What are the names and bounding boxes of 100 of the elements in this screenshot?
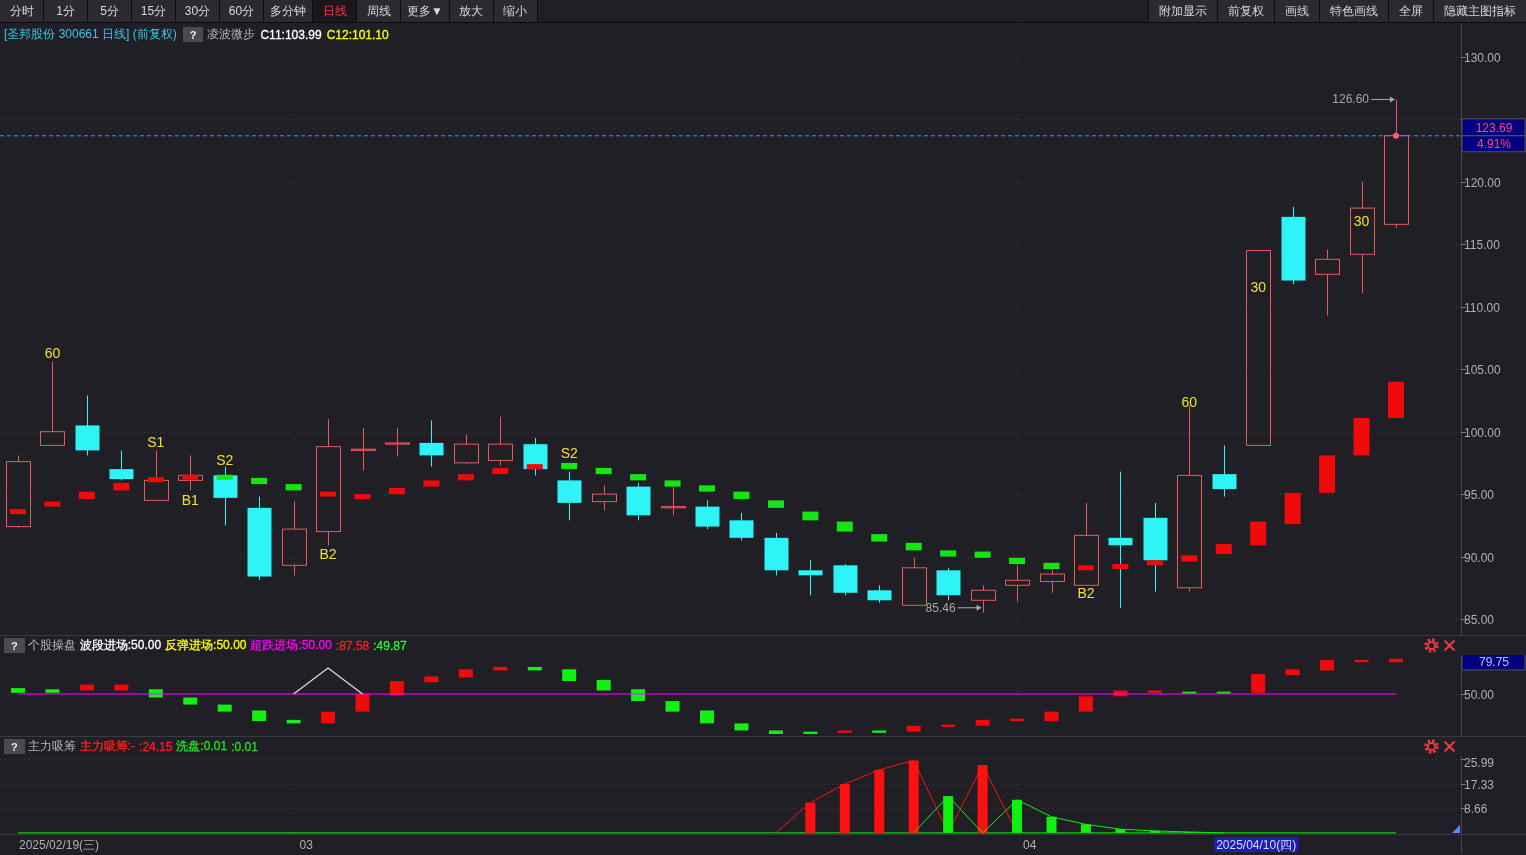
indicator-bar [562, 669, 577, 682]
help-button[interactable]: ? [4, 638, 25, 653]
toolbar-button[interactable]: 5分 [88, 0, 132, 22]
axis-label: 110.00 [1464, 300, 1500, 315]
toolbar-button[interactable]: 画线 [1274, 0, 1319, 22]
toolbar-button[interactable]: 缩小 [493, 0, 538, 22]
indicator-block [285, 484, 302, 491]
toolbar-button[interactable]: 日线 [313, 0, 357, 22]
indicator-bar [805, 802, 816, 833]
indicator-block [1319, 455, 1336, 493]
indicator-bar [1147, 690, 1162, 693]
indicator-bar [906, 725, 921, 732]
indicator-block [1077, 565, 1094, 571]
toolbar-button[interactable]: 多分钟 [264, 0, 313, 22]
indicator-value: 超跌进场:50.00 [250, 637, 332, 654]
indicator-bar [839, 784, 850, 833]
candlestick [557, 471, 582, 521]
toolbar-button[interactable]: 分时 [0, 0, 44, 22]
indicator-block [595, 467, 612, 475]
indicator-bar [1113, 690, 1128, 697]
indicator-block [630, 474, 647, 481]
toolbar-button[interactable]: 隐藏主图指标 [1433, 0, 1526, 22]
toolbar-button[interactable]: 周线 [357, 0, 401, 22]
indicator-block [423, 480, 440, 487]
indicator-block [182, 474, 199, 480]
indicator-block [974, 551, 991, 558]
toolbar-button[interactable]: 15分 [132, 0, 176, 22]
signal-label: 60 [1181, 393, 1198, 410]
indicator-block [767, 500, 784, 508]
indicator-block [733, 491, 750, 500]
candlestick [178, 454, 203, 491]
indicator-value: C11:103.99 [260, 27, 322, 42]
toolbar-button[interactable]: 全屏 [1388, 0, 1433, 22]
settings-icon[interactable] [1424, 638, 1439, 653]
candlestick [454, 433, 479, 465]
chart-title: [圣邦股份 300661 日线] (前复权) [4, 26, 177, 43]
indicator-block [905, 542, 922, 551]
low-price-label: 85.46 [925, 600, 982, 615]
indicator-block [836, 521, 853, 532]
indicator-bar [596, 679, 611, 691]
indicator-bar [1010, 718, 1025, 722]
indicator-block [940, 550, 957, 557]
value-tag: 79.75 [1461, 655, 1526, 671]
axis-label: 130.00 [1464, 50, 1501, 65]
toolbar-button[interactable]: 放大 [449, 0, 494, 22]
indicator-bar [1044, 711, 1059, 722]
toolbar-button[interactable]: 附加显示 [1148, 0, 1217, 22]
signal-label: 30 [1353, 212, 1370, 229]
close-icon[interactable] [1443, 740, 1456, 753]
indicator-name: 凌波微步 [207, 26, 256, 43]
indicator-bar [424, 676, 439, 683]
indicator-bar [1285, 669, 1300, 676]
indicator-bar [1149, 830, 1160, 833]
indicator-block [802, 511, 819, 521]
toolbar-button[interactable]: 前复权 [1217, 0, 1274, 22]
indicator-value: 主力吸筹:- [79, 738, 136, 755]
close-icon[interactable] [1443, 639, 1456, 652]
candlestick [661, 486, 686, 516]
indicator-bar [217, 704, 232, 712]
indicator-bar [114, 684, 129, 691]
indicator-value: 洗盘:0.01 [176, 738, 228, 755]
indicator-value: :24.15 [139, 739, 173, 754]
indicator-block [526, 464, 543, 470]
candlestick [144, 449, 169, 501]
candlestick [729, 512, 754, 541]
candlestick [626, 482, 651, 521]
indicator-block [871, 534, 888, 542]
indicator-bar [1216, 691, 1231, 694]
axis-label: 85.00 [1464, 612, 1495, 627]
axis-label: 95.00 [1464, 487, 1495, 502]
date-label: 2025/02/19(三) [19, 838, 100, 852]
candlestick [833, 563, 858, 596]
signal-label: 30 [1250, 278, 1266, 295]
help-button[interactable]: ? [182, 27, 204, 42]
settings-icon[interactable] [1424, 739, 1439, 754]
candlestick [1212, 444, 1237, 498]
indicator-bar [874, 769, 885, 833]
toolbar-button[interactable]: 30分 [176, 0, 220, 22]
toolbar-button[interactable]: 更多▼ [401, 0, 450, 22]
axis-label: 50.00 [1464, 687, 1495, 702]
toolbar-button[interactable]: 1分 [44, 0, 88, 22]
signal-label: 60 [44, 345, 61, 361]
toolbar-button[interactable]: 特色画线 [1319, 0, 1388, 22]
candlestick [75, 394, 100, 456]
indicator-block [1250, 521, 1267, 546]
indicator-bar [183, 697, 198, 705]
indicator-value: :0.01 [231, 739, 258, 754]
indicator-bar [1389, 658, 1403, 663]
signal-label: S2 [560, 444, 578, 461]
indicator-bar [665, 701, 680, 712]
signal-label: B2 [319, 546, 337, 563]
high-price-label: 126.60 [1332, 92, 1395, 107]
indicator-block [113, 482, 130, 491]
candlestick [488, 416, 513, 466]
candlestick [419, 419, 444, 468]
toolbar-button[interactable]: 60分 [220, 0, 264, 22]
candlestick [385, 427, 410, 458]
help-button[interactable]: ? [4, 739, 25, 754]
indicator-block [1353, 417, 1370, 456]
candlestick [764, 532, 789, 576]
